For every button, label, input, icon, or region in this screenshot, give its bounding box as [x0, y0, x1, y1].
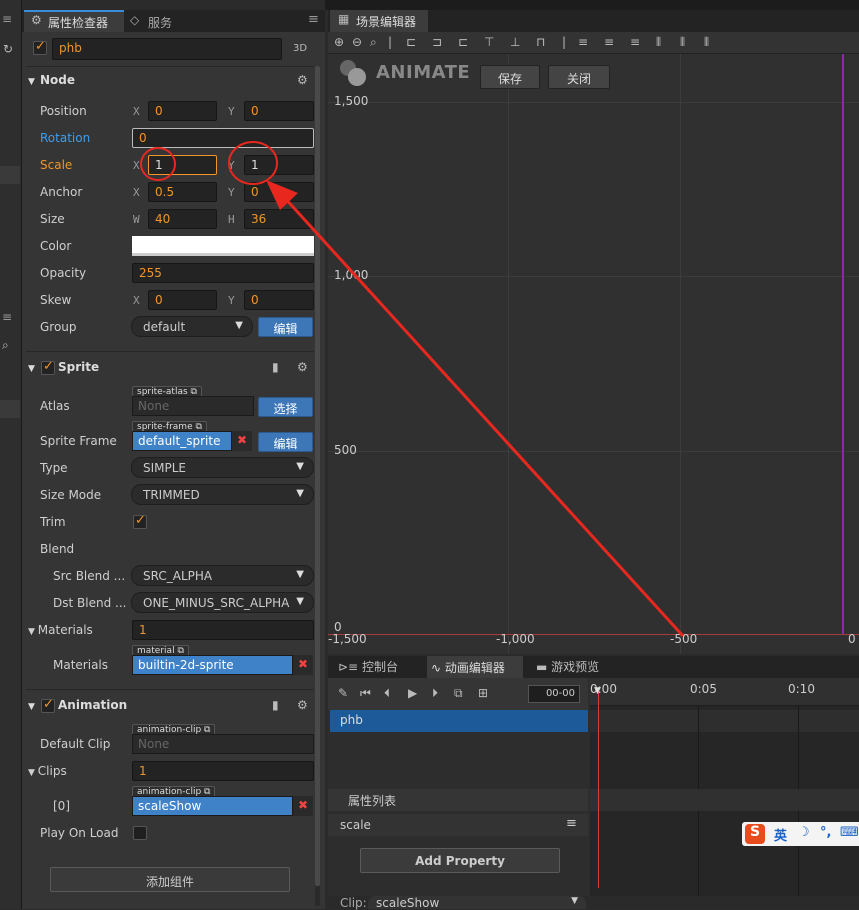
sogou-logo-icon: S: [745, 824, 765, 844]
annotation-circle: [228, 141, 278, 185]
keyboard-icon[interactable]: ⌨: [840, 825, 859, 840]
annotation-overlay: [140, 141, 685, 638]
ime-toolbar[interactable]: S 英 ☽ °, ⌨: [742, 822, 859, 846]
annotation-circle: [140, 147, 176, 181]
ime-language-toggle[interactable]: 英: [774, 825, 787, 844]
moon-icon[interactable]: ☽: [798, 825, 810, 840]
annotation-arrow: [281, 194, 685, 638]
punctuation-icon[interactable]: °,: [820, 825, 831, 840]
